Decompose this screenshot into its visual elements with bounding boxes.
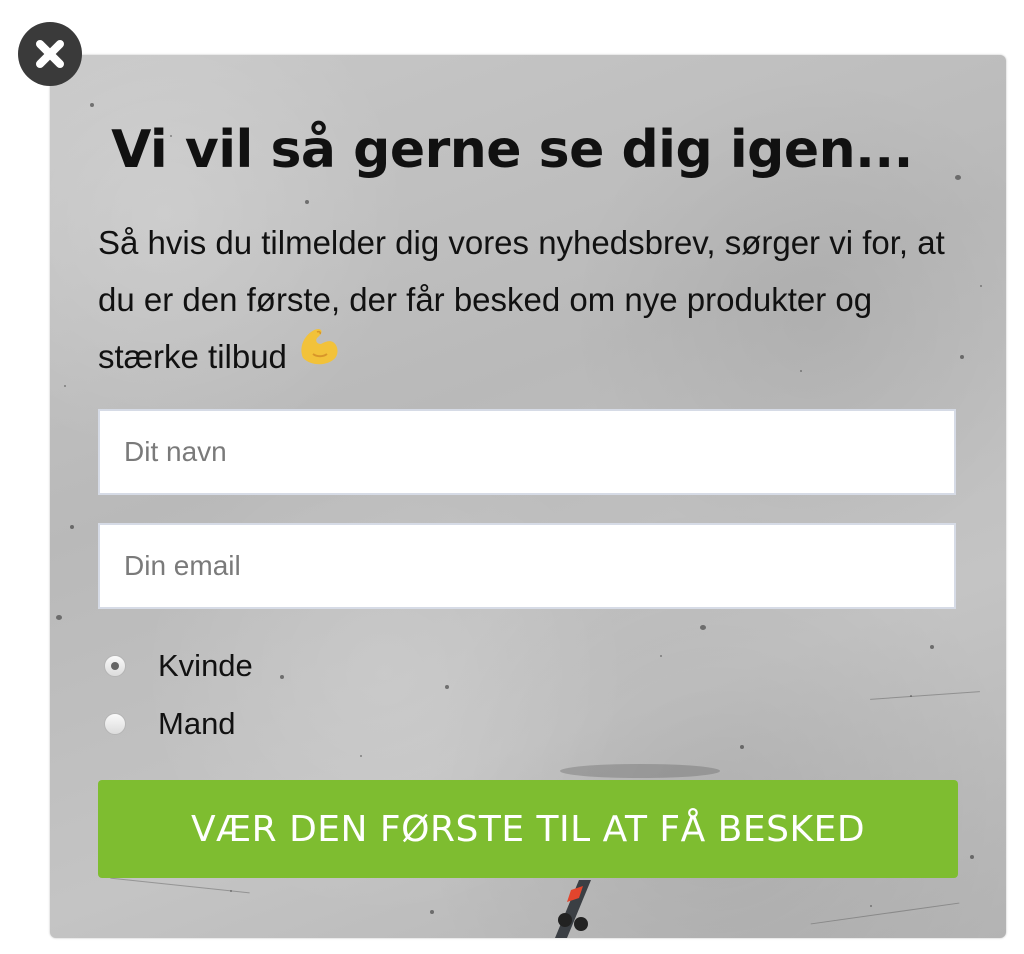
texture-dot <box>90 103 94 107</box>
radio-label: Mand <box>158 706 236 741</box>
radio-label: Kvinde <box>158 648 253 683</box>
email-field[interactable] <box>98 523 956 609</box>
texture-dot <box>980 285 982 287</box>
texture-dot <box>660 655 662 657</box>
texture-dot <box>960 355 964 359</box>
name-field[interactable] <box>98 409 956 495</box>
texture-dot <box>870 905 872 907</box>
texture-dot <box>64 385 66 387</box>
texture-dot <box>70 525 74 529</box>
texture-dot <box>740 745 744 749</box>
close-button[interactable] <box>18 22 82 86</box>
texture-scratch <box>870 691 980 700</box>
texture-dot <box>930 645 934 649</box>
texture-dot <box>305 200 309 204</box>
texture-scratch <box>810 902 960 925</box>
texture-dot <box>360 755 362 757</box>
texture-dot <box>56 615 62 620</box>
intro-text: Så hvis du tilmelder dig vores nyhedsbre… <box>98 224 945 375</box>
close-icon <box>36 40 64 68</box>
skateboard-image <box>555 880 591 938</box>
radio-button-selected[interactable] <box>104 655 126 677</box>
skateboard-shadow <box>560 764 720 778</box>
subscribe-button[interactable]: VÆR DEN FØRSTE TIL AT FÅ BESKED <box>98 780 958 878</box>
radio-option-mand[interactable]: Mand <box>104 706 236 742</box>
texture-scratch <box>110 877 250 894</box>
popup-title: Vi vil så gerne se dig igen... <box>111 120 913 180</box>
radio-option-kvinde[interactable]: Kvinde <box>104 648 253 684</box>
texture-dot <box>280 675 284 679</box>
radio-button[interactable] <box>104 713 126 735</box>
intro-text-block: Så hvis du tilmelder dig vores nyhedsbre… <box>98 214 958 385</box>
texture-dot <box>970 855 974 859</box>
texture-dot <box>430 910 434 914</box>
texture-dot <box>700 625 706 630</box>
texture-dot <box>445 685 449 689</box>
flexed-biceps-icon <box>295 324 343 385</box>
page: Vi vil så gerne se dig igen... Så hvis d… <box>0 0 1024 954</box>
